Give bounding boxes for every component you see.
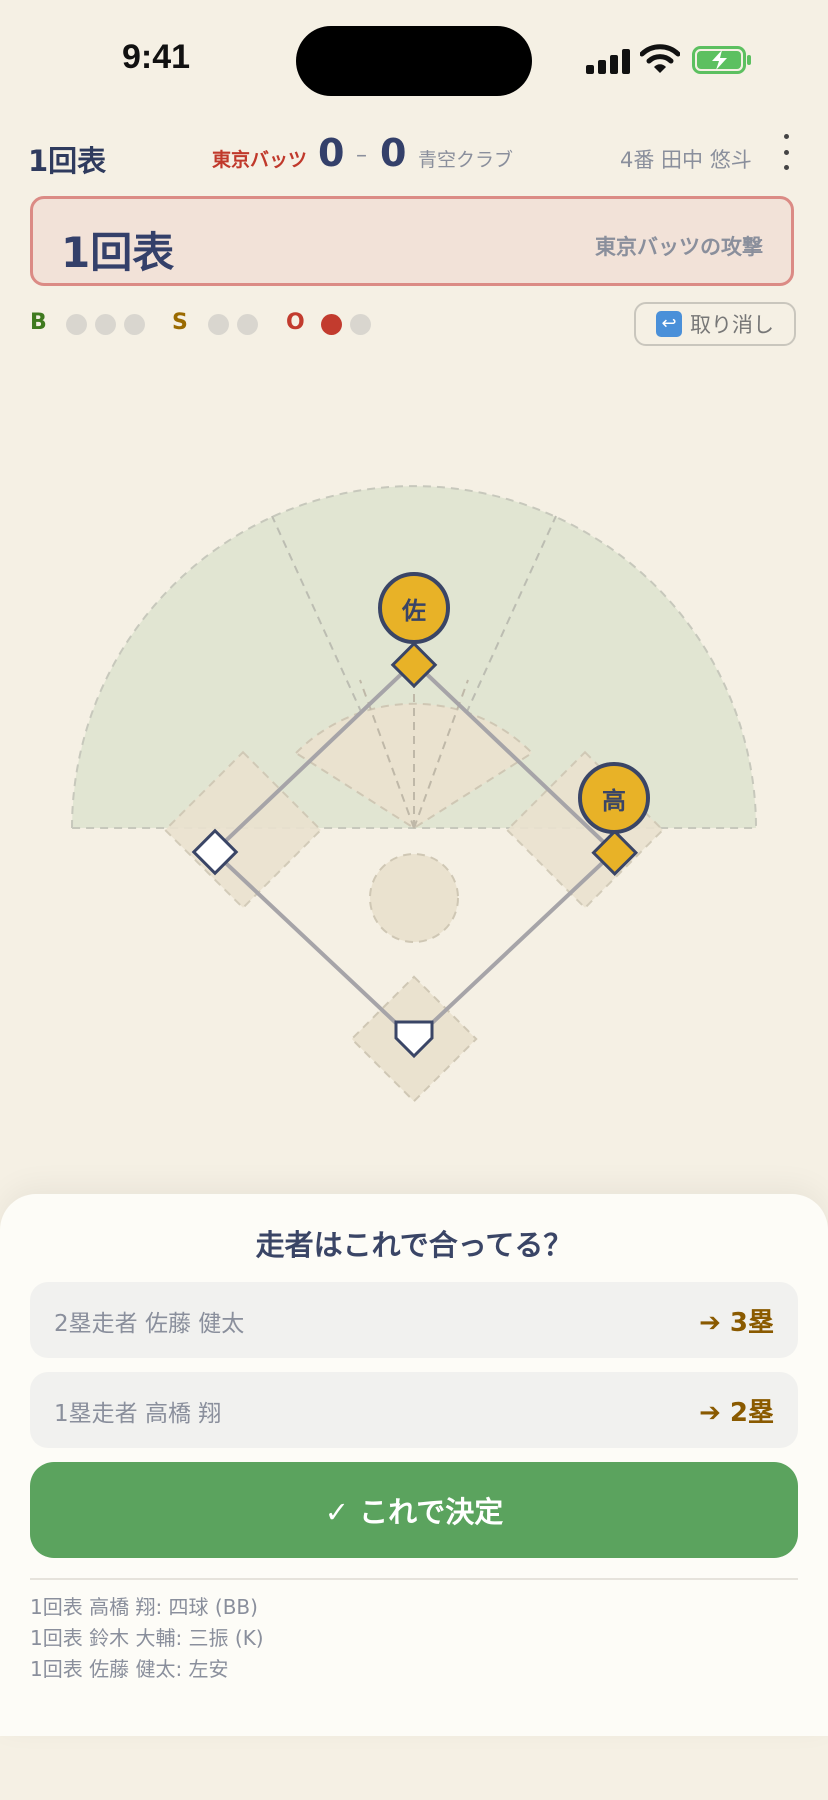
confirm-button[interactable]: ✓ これで決定: [30, 1462, 798, 1558]
log-item: 1回表 佐藤 健太: 左安: [30, 1657, 229, 1681]
divider: [30, 1578, 798, 1580]
banner-attacking-team: 東京バッツの攻撃: [595, 235, 763, 259]
score-separator: –: [356, 143, 367, 168]
undo-arrow-icon: ↩: [656, 311, 682, 337]
out-dot: [321, 314, 342, 335]
strikes-label: S: [172, 310, 188, 335]
runner-row-second[interactable]: 2塁走者 佐藤 健太 ➔ 3塁: [30, 1282, 798, 1358]
strike-dot: [208, 314, 229, 335]
cellular-signal-icon: [586, 48, 632, 74]
runner-destination: ➔ 3塁: [699, 1308, 774, 1338]
runner-label: 1塁走者 高橋 翔: [54, 1401, 222, 1427]
ball-dot: [66, 314, 87, 335]
ball-dot: [95, 314, 116, 335]
balls-label: B: [30, 310, 47, 335]
pitchers-mound: [369, 853, 459, 943]
runner-marker-label: 佐: [401, 597, 426, 625]
away-score: 0: [318, 131, 345, 175]
away-team-name: 東京バッツ: [212, 149, 308, 171]
confirm-label: ✓ これで決定: [324, 1495, 504, 1529]
more-options-icon[interactable]: [776, 134, 796, 170]
status-bar: 9:41: [0, 0, 828, 120]
runner-row-first[interactable]: 1塁走者 高橋 翔 ➔ 2塁: [30, 1372, 798, 1448]
banner-inning: 1回表: [61, 228, 175, 277]
battery-charging-icon: [692, 46, 751, 74]
runner-marker-label: 高: [602, 787, 626, 815]
header-inning: 1回表: [28, 144, 107, 178]
home-team-name: 青空クラブ: [418, 149, 514, 171]
wifi-icon: [640, 44, 680, 73]
status-time: 9:41: [122, 38, 191, 76]
ball-dot: [124, 314, 145, 335]
sheet-title: 走者はこれで合ってる？: [255, 1228, 573, 1262]
log-item: 1回表 鈴木 大輔: 三振 (K): [30, 1626, 264, 1650]
runner-label: 2塁走者 佐藤 健太: [54, 1311, 245, 1337]
runner-destination: ➔ 2塁: [699, 1398, 774, 1428]
outs-label: O: [286, 310, 305, 335]
runner-confirm-sheet: 走者はこれで合ってる？ 2塁走者 佐藤 健太 ➔ 3塁 1塁走者 高橋 翔 ➔ …: [0, 1194, 828, 1736]
log-item: 1回表 高橋 翔: 四球 (BB): [30, 1595, 258, 1619]
out-dot: [350, 314, 371, 335]
undo-button[interactable]: ↩ 取り消し: [634, 302, 796, 346]
baseball-field-diagram: 佐 高: [70, 485, 758, 1103]
play-log: 1回表 高橋 翔: 四球 (BB) 1回表 鈴木 大輔: 三振 (K) 1回表 …: [30, 1592, 798, 1685]
inning-banner: 1回表 東京バッツの攻撃: [30, 196, 794, 286]
runner-marker-second[interactable]: 佐: [378, 572, 450, 644]
runner-marker-first[interactable]: 高: [578, 762, 650, 834]
strike-dot: [237, 314, 258, 335]
home-score: 0: [380, 131, 407, 175]
current-batter: 4番 田中 悠斗: [620, 148, 752, 172]
undo-label: 取り消し: [690, 313, 774, 337]
dynamic-island: [296, 26, 532, 96]
